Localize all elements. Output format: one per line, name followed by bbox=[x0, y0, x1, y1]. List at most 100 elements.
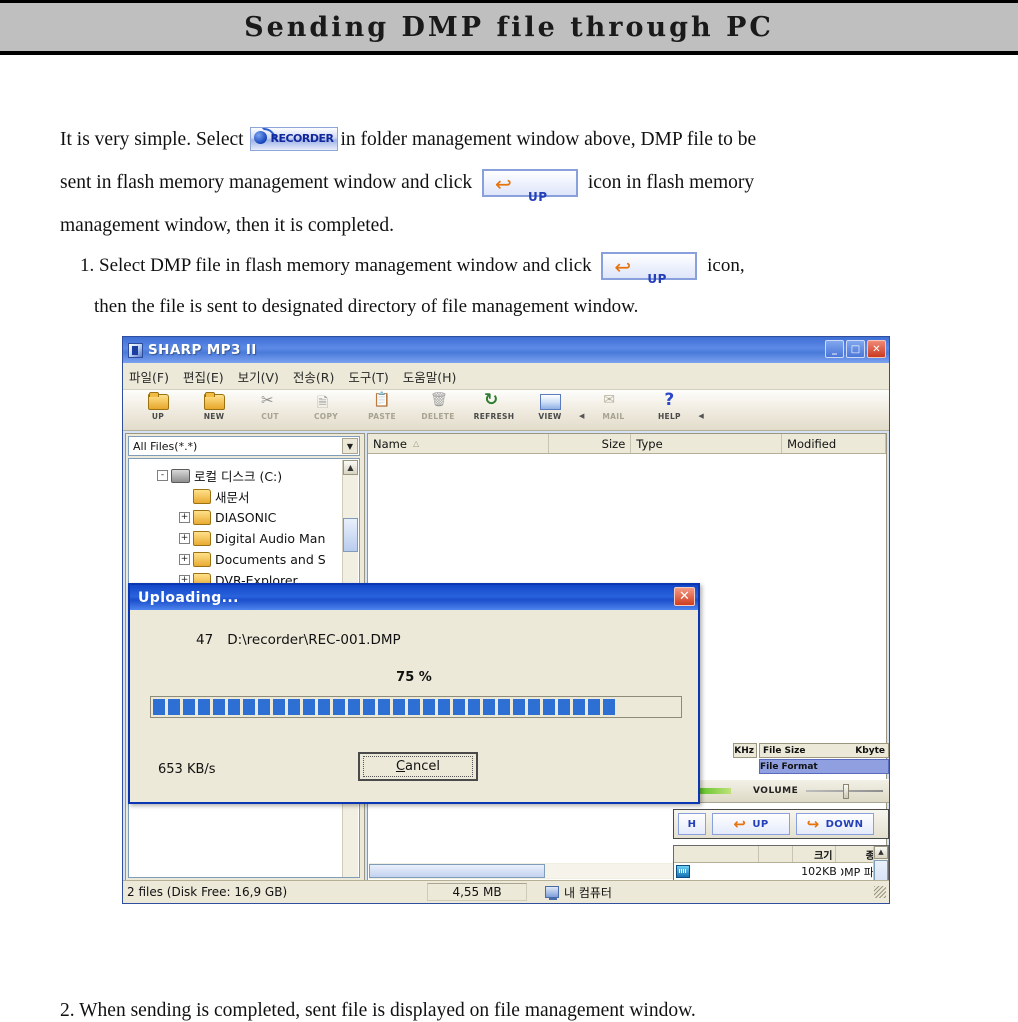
device-transfer-buttons: H ↩ UP ↪ DOWN bbox=[673, 809, 889, 839]
intro-line-1: It is very simple. Select RECORDER in fo… bbox=[60, 118, 960, 161]
dialog-close-button[interactable]: ✕ bbox=[674, 587, 695, 606]
toolbar-button-up[interactable]: UP bbox=[131, 392, 185, 421]
step-1-text-1: 1. Select DMP file in flash memory manag… bbox=[80, 255, 592, 276]
scroll-up-icon[interactable]: ▲ bbox=[343, 460, 358, 475]
menu-item-edit[interactable]: 편집(E) bbox=[183, 367, 224, 386]
progress-segment bbox=[588, 699, 600, 715]
device-list-header: 크기 종류 bbox=[674, 846, 888, 863]
toolbar-button-delete[interactable]: DELETE bbox=[411, 392, 465, 421]
device-filesize-row: File Size Kbyte bbox=[759, 743, 889, 758]
progress-segment bbox=[348, 699, 360, 715]
menu-item-tools[interactable]: 도구(T) bbox=[348, 367, 388, 386]
my-computer-icon bbox=[545, 886, 559, 900]
progress-segment bbox=[243, 699, 255, 715]
scroll-up-icon[interactable]: ▲ bbox=[874, 846, 888, 859]
progress-segment bbox=[513, 699, 525, 715]
tree-expander-icon[interactable]: + bbox=[179, 512, 190, 523]
tree-item-documents[interactable]: + Documents and S bbox=[129, 549, 359, 570]
minimize-button[interactable]: _ bbox=[825, 340, 844, 358]
column-header-modified[interactable]: Modified bbox=[782, 434, 886, 453]
progress-segment bbox=[168, 699, 180, 715]
device-refresh-button[interactable]: H bbox=[678, 813, 706, 835]
column-header-type[interactable]: Type bbox=[631, 434, 783, 453]
scrollbar-thumb[interactable] bbox=[369, 864, 545, 878]
tree-item-local-disk[interactable]: - 로컬 디스크 (C:) bbox=[129, 465, 359, 486]
chevron-down-icon[interactable]: ▼ bbox=[342, 438, 358, 454]
step-list: 1. Select DMP file in flash memory manag… bbox=[80, 245, 960, 327]
toolbar-button-view[interactable]: VIEW bbox=[523, 392, 577, 421]
up-icon-inline-1[interactable]: ↩ UP bbox=[481, 169, 578, 204]
tree-expander-icon[interactable]: - bbox=[157, 470, 168, 481]
dialog-titlebar: Uploading... ✕ bbox=[130, 585, 698, 610]
step-1-line-2: then the file is sent to designated dire… bbox=[94, 296, 639, 317]
toolbar-button-cut[interactable]: CUT bbox=[243, 391, 297, 421]
toolbar-button-new[interactable]: NEW bbox=[187, 392, 241, 421]
device-down-button[interactable]: ↪ DOWN bbox=[796, 813, 874, 835]
progress-segment bbox=[258, 699, 270, 715]
intro-text-2: in folder management window above, DMP f… bbox=[340, 129, 757, 150]
status-size-text: 4,55 MB bbox=[427, 883, 527, 901]
menu-item-file[interactable]: 파일(F) bbox=[129, 367, 169, 386]
device-list-row-hidden[interactable]: 102KB DMP 파일 bbox=[674, 863, 888, 880]
recorder-icon[interactable]: RECORDER bbox=[250, 127, 339, 151]
view-dropdown-arrow-icon[interactable]: ◀ bbox=[579, 412, 584, 420]
scrollbar-thumb[interactable] bbox=[343, 518, 358, 552]
intro-text-3: sent in flash memory management window a… bbox=[60, 172, 473, 193]
device-column-header-index[interactable] bbox=[759, 846, 793, 862]
menu-item-transfer[interactable]: 전송(R) bbox=[293, 367, 334, 386]
up-icon-inline-2[interactable]: ↩ UP bbox=[601, 252, 698, 286]
recorder-icon-label: RECORDER bbox=[270, 132, 334, 145]
device-column-header-name[interactable] bbox=[674, 846, 760, 862]
toolbar-button-copy[interactable]: COPY bbox=[299, 392, 353, 421]
progress-segment bbox=[378, 699, 390, 715]
device-up-button[interactable]: ↩ UP bbox=[712, 813, 790, 835]
help-dropdown-arrow-icon[interactable]: ◀ bbox=[698, 412, 703, 420]
column-header-name[interactable]: Name △ bbox=[368, 434, 549, 453]
tree-item-digital-audio[interactable]: + Digital Audio Man bbox=[129, 528, 359, 549]
cancel-button[interactable]: Cancel bbox=[358, 752, 478, 781]
tree-item-label: 새문서 bbox=[215, 490, 250, 505]
progress-segment bbox=[483, 699, 495, 715]
device-column-header-size[interactable]: 크기 bbox=[793, 846, 837, 862]
toolbar-button-paste[interactable]: PASTE bbox=[355, 392, 409, 421]
device-down-label: DOWN bbox=[825, 818, 864, 830]
progress-bar bbox=[150, 696, 682, 718]
paste-icon bbox=[371, 392, 393, 411]
maximize-button[interactable]: □ bbox=[846, 340, 865, 358]
progress-segment bbox=[228, 699, 240, 715]
device-file-index bbox=[770, 863, 801, 880]
progress-segment bbox=[453, 699, 465, 715]
close-button[interactable]: ✕ bbox=[867, 340, 886, 358]
device-file-name bbox=[693, 863, 770, 880]
menu-item-view[interactable]: 보기(V) bbox=[238, 367, 279, 386]
progress-segment bbox=[363, 699, 375, 715]
up-arrow-icon: ↩ bbox=[614, 255, 632, 279]
column-header-size[interactable]: Size bbox=[549, 434, 632, 453]
file-filter-combo[interactable]: All Files(*.*) ▼ bbox=[128, 436, 360, 456]
device-kbyte-label: Kbyte bbox=[855, 745, 885, 756]
tree-item-new-doc[interactable]: 새문서 bbox=[129, 486, 359, 507]
progress-segment bbox=[288, 699, 300, 715]
mail-icon bbox=[602, 392, 624, 411]
toolbar-button-help[interactable]: HELP bbox=[642, 390, 696, 421]
up-icon-label: UP bbox=[647, 272, 667, 286]
folder-new-icon bbox=[203, 392, 225, 411]
device-fileformat-label: File Format bbox=[760, 761, 818, 772]
menu-item-help[interactable]: 도움말(H) bbox=[403, 367, 457, 386]
progress-segment bbox=[303, 699, 315, 715]
page-banner: Sending DMP file through PC bbox=[0, 0, 1018, 55]
sort-ascending-icon: △ bbox=[412, 439, 420, 448]
volume-slider[interactable] bbox=[806, 784, 883, 799]
toolbar-button-refresh[interactable]: REFRESH bbox=[467, 390, 521, 421]
tree-item-diasonic[interactable]: + DIASONIC bbox=[129, 507, 359, 528]
toolbar-label: MAIL bbox=[602, 412, 625, 421]
toolbar-button-mail[interactable]: MAIL bbox=[586, 392, 640, 421]
progress-segment bbox=[438, 699, 450, 715]
tree-item-label: DIASONIC bbox=[215, 510, 277, 525]
tree-expander-icon[interactable]: + bbox=[179, 533, 190, 544]
tree-expander-icon[interactable]: + bbox=[179, 554, 190, 565]
status-location-text: 내 컴퓨터 bbox=[564, 885, 612, 900]
slider-thumb[interactable] bbox=[843, 784, 850, 799]
statusbar: 2 files (Disk Free: 16,9 GB) 4,55 MB 내 컴… bbox=[123, 880, 889, 903]
resize-grip-icon[interactable] bbox=[874, 886, 886, 898]
